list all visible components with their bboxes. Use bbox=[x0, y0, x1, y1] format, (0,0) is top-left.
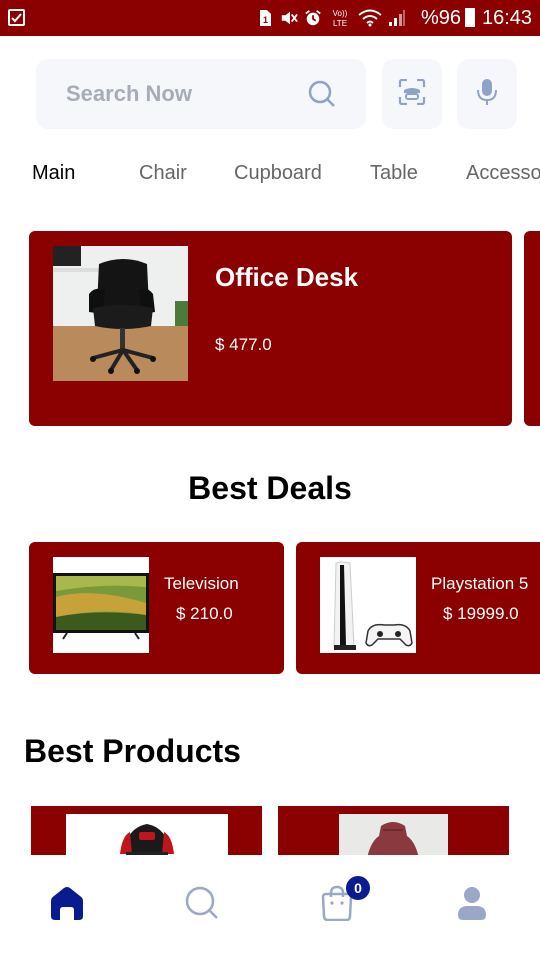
category-tabs: Main Chair Cupboard Table Accesso bbox=[0, 160, 540, 190]
scan-button[interactable] bbox=[382, 59, 442, 129]
alarm-icon bbox=[304, 8, 322, 28]
wifi-icon bbox=[358, 8, 382, 28]
search-icon[interactable] bbox=[308, 80, 336, 113]
signal-icon bbox=[388, 8, 406, 28]
battery-percent: %96 bbox=[421, 7, 462, 29]
battery-icon bbox=[465, 8, 475, 27]
featured-price: $ 477.0 bbox=[215, 335, 272, 354]
tab-cupboard[interactable]: Cupboard bbox=[234, 162, 322, 185]
mic-icon bbox=[476, 78, 498, 111]
svg-text:1: 1 bbox=[263, 15, 268, 25]
tab-table[interactable]: Table bbox=[370, 162, 418, 185]
deal-card[interactable]: Playstation 5 $ 19999.0 bbox=[296, 542, 540, 674]
office-chair-image bbox=[53, 246, 188, 381]
cart-count-badge: 0 bbox=[346, 876, 370, 900]
best-products-heading: Best Products bbox=[24, 733, 241, 769]
best-deals-heading: Best Deals bbox=[188, 470, 352, 506]
television-image bbox=[53, 557, 149, 653]
status-bar: 1 Vo)) LTE %96 16:43 bbox=[0, 0, 540, 36]
mic-button[interactable] bbox=[457, 59, 517, 129]
deal-price: $ 210.0 bbox=[176, 604, 233, 623]
deal-name: Playstation 5 bbox=[431, 574, 529, 593]
mute-icon bbox=[280, 8, 298, 28]
deal-name: Television bbox=[164, 574, 239, 593]
featured-product-card-next[interactable] bbox=[524, 231, 540, 426]
clock: 16:43 bbox=[482, 7, 533, 29]
scan-icon bbox=[398, 78, 426, 110]
featured-product-card[interactable]: Office Desk $ 477.0 bbox=[29, 231, 512, 426]
profile-icon bbox=[455, 885, 489, 926]
search-placeholder: Search Now bbox=[66, 81, 192, 106]
checkbox-icon bbox=[8, 9, 25, 26]
svg-text:Vo)): Vo)) bbox=[333, 9, 348, 18]
sim-icon: 1 bbox=[256, 8, 274, 28]
featured-title: Office Desk bbox=[215, 262, 359, 292]
home-icon bbox=[49, 885, 85, 926]
deal-price: $ 19999.0 bbox=[443, 604, 519, 623]
playstation-image bbox=[320, 557, 416, 653]
volte-icon: Vo)) LTE bbox=[328, 8, 352, 28]
deal-card[interactable]: Television $ 210.0 bbox=[29, 542, 284, 674]
bottom-navigation: 0 bbox=[0, 855, 540, 960]
tab-accessories[interactable]: Accesso bbox=[466, 162, 540, 185]
status-icons: 1 Vo)) LTE bbox=[256, 8, 406, 28]
svg-text:LTE: LTE bbox=[333, 19, 347, 28]
nav-profile[interactable] bbox=[452, 885, 492, 925]
nav-search[interactable] bbox=[182, 885, 222, 925]
tab-chair[interactable]: Chair bbox=[139, 162, 187, 185]
search-icon bbox=[185, 886, 219, 925]
search-input[interactable]: Search Now bbox=[36, 59, 366, 129]
tab-main[interactable]: Main bbox=[32, 162, 75, 185]
nav-home[interactable] bbox=[47, 885, 87, 925]
